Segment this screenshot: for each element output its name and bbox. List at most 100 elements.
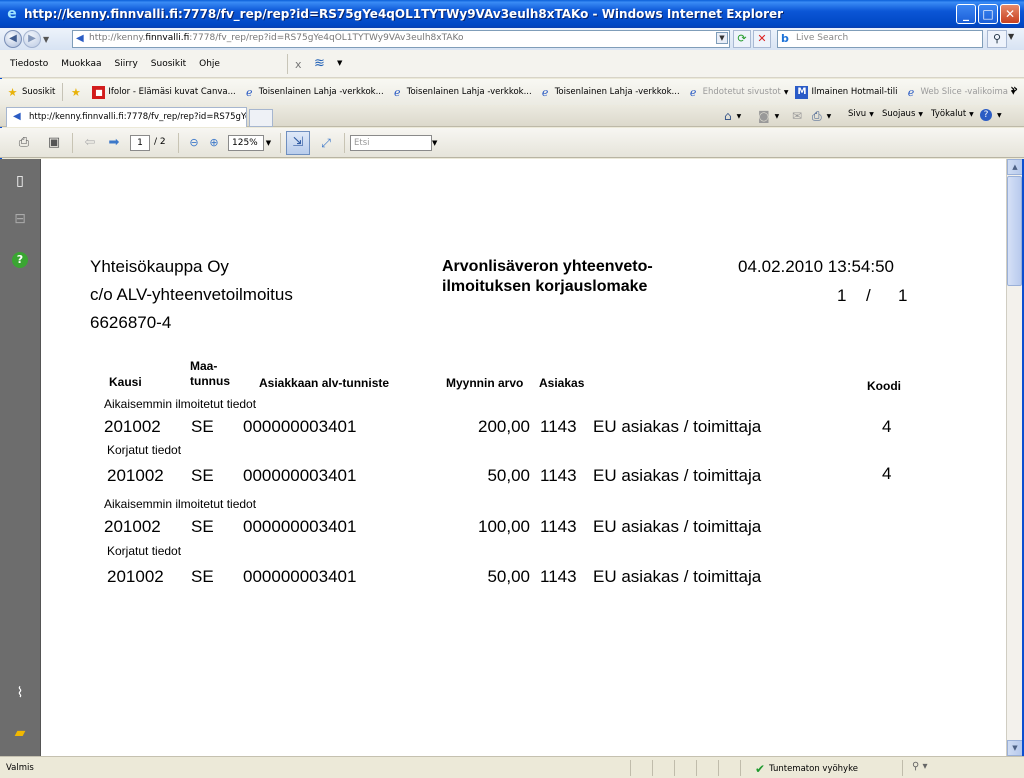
- find-input[interactable]: Etsi: [350, 135, 432, 151]
- cell-arvo: 100,00: [478, 517, 530, 536]
- save-icon[interactable]: ▣: [44, 133, 64, 153]
- wifi-dropdown-icon[interactable]: ▼: [337, 59, 342, 67]
- cell-asiakas: EU asiakas / toimittaja: [593, 517, 762, 536]
- menu-go[interactable]: Siirry: [114, 59, 137, 69]
- report-title: Arvonlisäveron yhteenveto- ilmoituksen k…: [442, 258, 653, 295]
- star-icon: ★: [7, 85, 18, 99]
- ie-page-icon: ℯ: [907, 85, 915, 99]
- scroll-thumb[interactable]: [1007, 176, 1022, 286]
- close-toolbar-icon[interactable]: x: [295, 58, 302, 71]
- attachments-icon[interactable]: ⌇: [10, 683, 30, 703]
- recent-pages-dropdown[interactable]: ▼: [43, 35, 53, 44]
- report-page-count: 1: [898, 286, 908, 305]
- cell-asiakas: EU asiakas / toimittaja: [593, 466, 762, 485]
- check-icon: ✔: [755, 762, 766, 776]
- tab-report[interactable]: ◀ http://kenny.finnvalli.fi:7778/fv_rep/…: [6, 107, 247, 127]
- search-options-dropdown[interactable]: ▼: [1008, 32, 1014, 41]
- zoom-in-icon[interactable]: ⊕: [204, 133, 224, 153]
- find-dropdown-icon[interactable]: ▼: [432, 135, 437, 151]
- next-page-icon[interactable]: ➡: [104, 133, 124, 153]
- company-id: 6626870-4: [90, 313, 172, 332]
- print-command-button[interactable]: ⎙ ▼: [812, 109, 831, 124]
- ie-page-icon: ℯ: [245, 85, 253, 99]
- stop-button[interactable]: ✕: [753, 30, 771, 48]
- status-text: Valmis: [6, 763, 34, 773]
- zoom-dropdown-icon[interactable]: ▼: [264, 135, 273, 151]
- scroll-down-icon[interactable]: ▼: [1007, 740, 1023, 756]
- forward-button[interactable]: ▶: [23, 30, 41, 48]
- menu-edit[interactable]: Muokkaa: [61, 59, 101, 69]
- pdf-side-navigation: ▯ ⊟ ? ⌇ ▰: [0, 159, 40, 756]
- favorites-button[interactable]: ★ Suosikit: [6, 85, 56, 99]
- close-button[interactable]: ✕: [1000, 4, 1020, 24]
- col-header-maa-line1: Maa-: [190, 359, 218, 373]
- fav-item-toisenlainen-2[interactable]: ℯ Toisenlainen Lahja -verkkok...: [391, 86, 532, 99]
- menu-favorites[interactable]: Suosikit: [151, 59, 186, 69]
- tools-menu[interactable]: Työkalut ▼: [931, 109, 974, 119]
- cell-arvo: 50,00: [487, 567, 530, 586]
- status-zoom-icon[interactable]: ⚲ ▾: [912, 761, 928, 772]
- bookmarks-icon[interactable]: ⊟: [10, 209, 30, 229]
- feeds-button[interactable]: ◙ ▼: [758, 109, 779, 123]
- cell-alv: 000000003401: [243, 466, 357, 485]
- cell-maa: SE: [191, 466, 214, 485]
- back-button[interactable]: ◀: [4, 30, 22, 48]
- window-titlebar: e http://kenny.finnvalli.fi:7778/fv_rep/…: [0, 0, 1024, 28]
- page-number-input[interactable]: 1: [130, 135, 150, 151]
- company-name: Yhteisökauppa Oy: [90, 257, 229, 276]
- mail-button[interactable]: ✉: [792, 109, 804, 123]
- vertical-scrollbar[interactable]: ▲ ▼: [1006, 159, 1023, 756]
- report-page-number: 1: [837, 286, 847, 305]
- rss-icon: ◙: [758, 109, 770, 123]
- cell-maa: SE: [191, 567, 214, 586]
- search-icon[interactable]: ⚲: [987, 30, 1007, 48]
- cell-arvo: 200,00: [478, 417, 530, 436]
- cell-alv: 000000003401: [243, 517, 357, 536]
- menu-file[interactable]: Tiedosto: [10, 59, 48, 69]
- search-input[interactable]: b Live Search: [777, 30, 983, 48]
- menu-help[interactable]: Ohje: [199, 59, 220, 69]
- zoom-input[interactable]: 125%: [228, 135, 264, 151]
- url-dropdown-icon[interactable]: ▼: [716, 32, 728, 44]
- zoom-out-icon[interactable]: ⊖: [184, 133, 204, 153]
- fav-item-toisenlainen-3[interactable]: ℯ Toisenlainen Lahja -verkkok...: [539, 86, 680, 99]
- fav-item-suggested-sites[interactable]: ℯ Ehdotetut sivustot ▼: [687, 86, 789, 99]
- cell-koodi: 4: [882, 464, 892, 483]
- fit-width-icon[interactable]: ⤢: [316, 133, 336, 153]
- menu-bar: Tiedosto Muokkaa Siirry Suosikit Ohje x …: [0, 50, 1024, 78]
- ie-logo-icon: ℯ: [689, 85, 697, 99]
- help-menu[interactable]: ? ▼: [980, 109, 1002, 121]
- cell-asiakas-nro: 1143: [540, 567, 577, 586]
- help-icon[interactable]: ?: [10, 249, 30, 269]
- maximize-button[interactable]: □: [978, 4, 998, 24]
- url-input[interactable]: ◀ http://kenny.finnvalli.fi:7778/fv_rep/…: [72, 30, 730, 48]
- cell-arvo: 50,00: [487, 466, 530, 485]
- wifi-icon[interactable]: ≋: [314, 56, 336, 72]
- col-header-alv: Asiakkaan alv-tunniste: [259, 376, 390, 390]
- scroll-up-icon[interactable]: ▲: [1007, 159, 1023, 175]
- minimize-button[interactable]: _: [956, 4, 976, 24]
- fav-item-ifolor[interactable]: ■ Ifolor - Elämäsi kuvat Canva...: [92, 85, 236, 99]
- pages-icon[interactable]: ▯: [10, 171, 30, 191]
- fit-page-icon[interactable]: ⇲: [286, 131, 310, 155]
- address-bar: ◀ ▶ ▼ ◀ http://kenny.finnvalli.fi:7778/f…: [0, 28, 1024, 50]
- security-zone[interactable]: ✔ Tuntematon vyöhyke: [755, 762, 858, 776]
- row-label: Aikaisemmin ilmoitetut tiedot: [104, 497, 257, 511]
- fav-item-toisenlainen-1[interactable]: ℯ Toisenlainen Lahja -verkkok...: [243, 86, 384, 99]
- safety-menu[interactable]: Suojaus ▼: [882, 109, 923, 119]
- fav-item-hotmail[interactable]: M Ilmainen Hotmail-tili: [795, 85, 898, 99]
- col-header-myynnin-arvo: Myynnin arvo: [446, 376, 524, 390]
- previous-page-icon[interactable]: ⇦: [80, 133, 100, 153]
- col-header-koodi: Koodi: [867, 379, 901, 393]
- home-button[interactable]: ⌂ ▼: [724, 109, 741, 123]
- report-page-separator: /: [866, 286, 871, 305]
- comments-icon[interactable]: ▰: [10, 723, 30, 743]
- new-tab-button[interactable]: [249, 109, 273, 127]
- refresh-button[interactable]: ⟳: [733, 30, 751, 48]
- print-icon[interactable]: ⎙: [14, 133, 34, 153]
- add-favorite-button[interactable]: ★: [69, 86, 85, 99]
- chevron-right-icon[interactable]: »: [1010, 82, 1018, 96]
- page-menu[interactable]: Sivu ▼: [848, 109, 874, 119]
- fav-item-web-slice[interactable]: ℯ Web Slice -valikoima ▼: [905, 86, 1016, 99]
- live-search-icon: b: [781, 32, 789, 45]
